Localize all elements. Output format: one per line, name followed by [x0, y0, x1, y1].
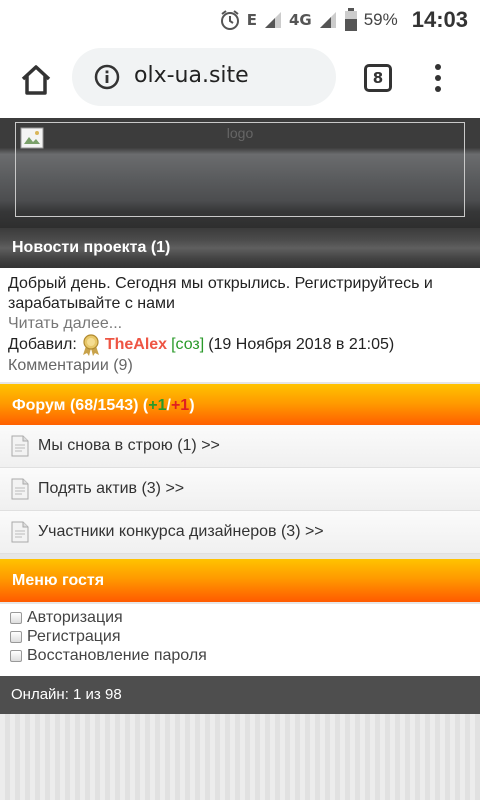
news-text: Добрый день. Сегодня мы открылись. Регис…: [8, 275, 433, 312]
forum-topic[interactable]: Мы снова в строю (1) >>: [0, 425, 480, 468]
forum-section-title[interactable]: Форум (68/1543) (+1/+1): [0, 384, 480, 427]
bullet-box-icon: [10, 611, 22, 624]
guest-menu-item-register[interactable]: Регистрация: [10, 627, 470, 646]
guest-menu-label[interactable]: Авторизация: [27, 608, 123, 627]
battery-icon: [344, 8, 357, 31]
clock: 14:03: [411, 7, 468, 32]
forum-topic[interactable]: Участники конкурса дизайнеров (3) >>: [0, 511, 480, 554]
forum-topic[interactable]: Подять актив (3) >>: [0, 468, 480, 511]
status-bar: E 4G 59% 14:03: [0, 0, 480, 40]
guest-menu-item-password-recovery[interactable]: Восстановление пароля: [10, 646, 470, 665]
forum-topic-label[interactable]: Мы снова в строю (1) >>: [38, 437, 220, 455]
news-date: (19 Ноября 2018 в 21:05): [208, 336, 395, 353]
guest-menu-item-login[interactable]: Авторизация: [10, 608, 470, 627]
site-header: logo: [0, 118, 480, 228]
signal-icon: [264, 12, 281, 28]
topic-document-icon: [11, 435, 29, 457]
network-type-e: E: [246, 11, 257, 29]
info-icon[interactable]: [94, 64, 120, 90]
topic-document-icon: [11, 521, 29, 543]
site-logo[interactable]: logo: [15, 122, 465, 217]
overflow-menu-icon[interactable]: [430, 62, 446, 96]
medal-icon: [82, 334, 99, 356]
news-author-line: Добавил: TheAlex [соз] (19 Ноября 2018 в…: [8, 334, 472, 356]
added-label: Добавил:: [8, 336, 77, 353]
url-bar[interactable]: olx-ua.site: [72, 48, 336, 106]
battery-percent: 59%: [363, 10, 398, 29]
network-type-4g: 4G: [288, 11, 312, 29]
comments-link[interactable]: Комментарии (9): [8, 356, 472, 376]
forum-new-green: +1: [148, 397, 167, 414]
read-more-link[interactable]: Читать далее...: [8, 314, 472, 334]
url-text[interactable]: olx-ua.site: [134, 63, 249, 88]
page-content: logo Новости проекта (1) Добрый день. Се…: [0, 118, 480, 800]
author-name[interactable]: TheAlex: [105, 335, 167, 355]
topic-document-icon: [11, 478, 29, 500]
bullet-box-icon: [10, 630, 22, 643]
page-footer-background: [0, 714, 480, 800]
alarm-icon: [220, 10, 239, 30]
home-icon[interactable]: [18, 62, 54, 98]
logo-alt-text: logo: [226, 125, 254, 141]
status-icons: E 4G 59% 14:03: [219, 0, 468, 40]
forum-topic-label[interactable]: Подять актив (3) >>: [38, 480, 184, 498]
signal-icon-2: [319, 12, 336, 28]
guest-menu-label[interactable]: Регистрация: [27, 627, 121, 646]
guest-menu-label[interactable]: Восстановление пароля: [27, 646, 207, 665]
forum-title-prefix: Форум (68/1543) (: [12, 397, 149, 414]
guest-menu-title: Меню гостя: [0, 559, 480, 602]
forum-title-suffix: ): [189, 397, 195, 414]
tab-switcher-button[interactable]: 8: [364, 64, 392, 92]
forum-topic-list: Мы снова в строю (1) >> Подять актив (3)…: [0, 425, 480, 554]
author-tag: [соз]: [171, 336, 205, 353]
guest-menu: Авторизация Регистрация Восстановление п…: [0, 604, 480, 676]
forum-new-red: +1: [170, 397, 190, 414]
online-counter[interactable]: Онлайн: 1 из 98: [0, 676, 480, 714]
news-item: Добрый день. Сегодня мы открылись. Регис…: [0, 268, 480, 382]
bullet-box-icon: [10, 649, 22, 662]
browser-toolbar: olx-ua.site 8: [0, 40, 480, 118]
forum-topic-label[interactable]: Участники конкурса дизайнеров (3) >>: [38, 523, 324, 541]
news-section-title[interactable]: Новости проекта (1): [0, 228, 480, 268]
